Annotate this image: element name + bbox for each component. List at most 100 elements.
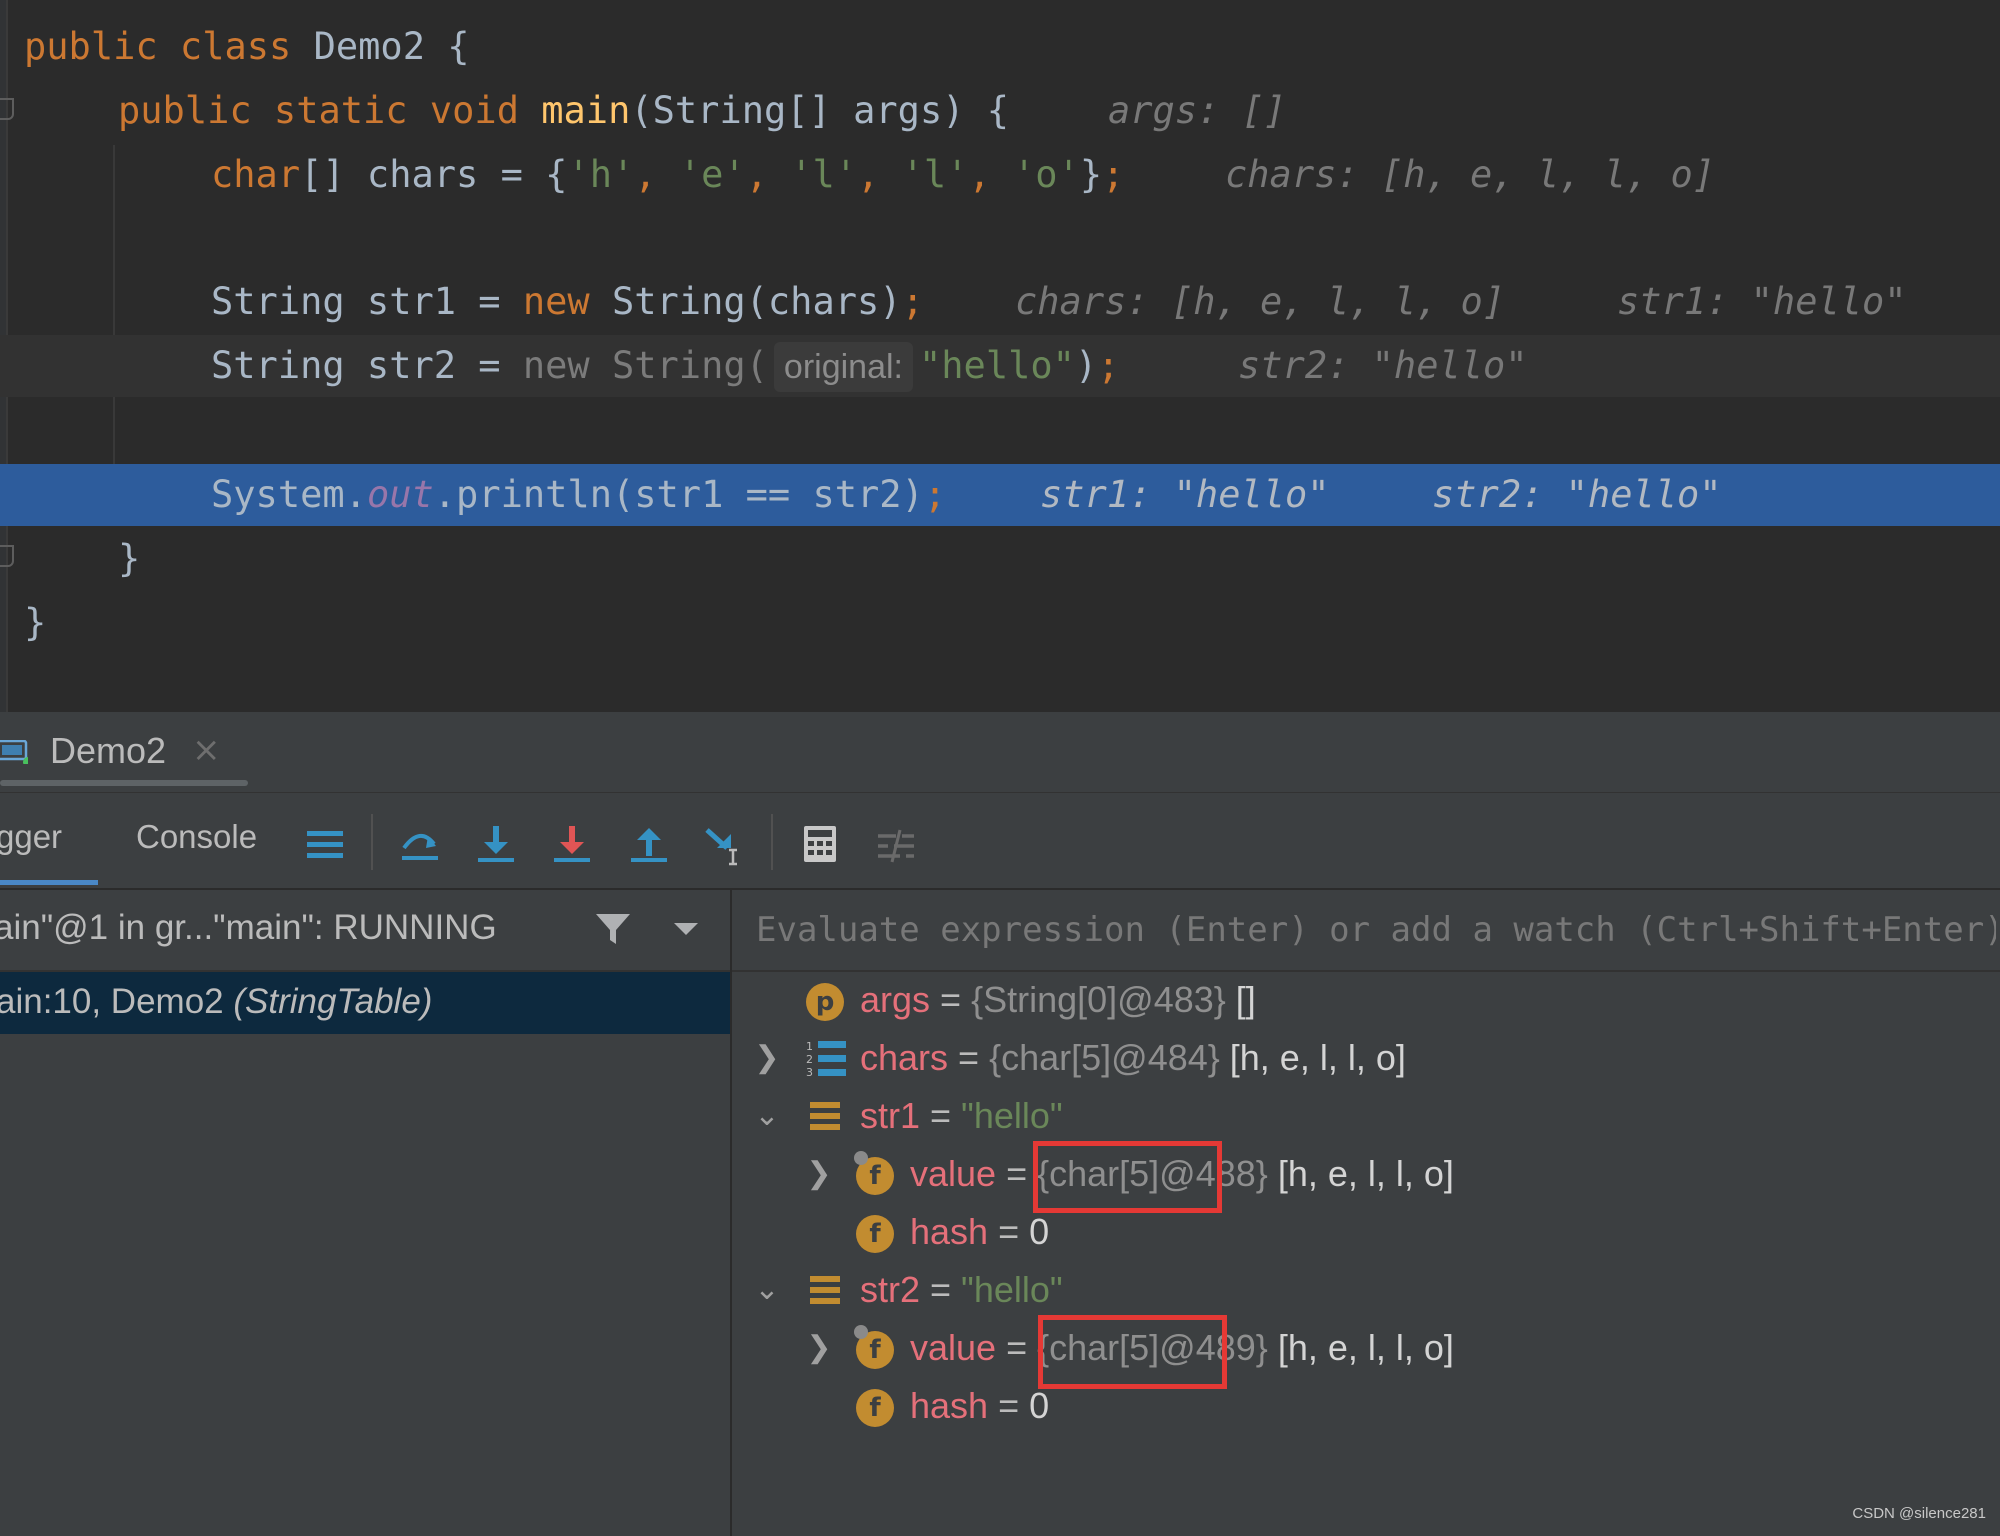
code-line-3[interactable]: char[] chars = {'h', 'e', 'l', 'l', 'o'}… [0, 144, 2000, 206]
code-editor[interactable]: public class Demo2 { public static void … [0, 0, 2000, 712]
trace-stream-icon[interactable] [874, 822, 918, 866]
equals: = [920, 1095, 962, 1136]
equals: = [996, 1327, 1038, 1368]
variable-row-str2-hash[interactable]: f hash = 0 [732, 1377, 2000, 1435]
chevron-right-icon[interactable]: ❯ [752, 1029, 782, 1087]
filter-icon[interactable] [594, 910, 632, 948]
inline-value: str1: "hello" [1040, 473, 1330, 516]
variable-name: str2 [860, 1269, 921, 1310]
inline-value: str1: "hello" [1617, 280, 1907, 323]
variable-type: {char[5]@484} [989, 1037, 1220, 1078]
layout-menu-icon[interactable] [303, 822, 347, 866]
keyword: new [522, 280, 590, 323]
char-literal: 'e' [678, 153, 746, 196]
char-literal: 'o' [1012, 153, 1080, 196]
field-badge-icon: f [856, 1215, 894, 1253]
variable-row-str1[interactable]: ⌄ str1 = "hello" [732, 1087, 2000, 1145]
brace: } [118, 537, 141, 580]
variables-pane: p args = {String[0]@483} [] ❯ 1 2 3 char… [732, 890, 2000, 1536]
tab-debugger[interactable]: gger [0, 818, 62, 856]
debugger-toolbar: gger Console [0, 794, 2000, 890]
parameter-badge-icon: p [806, 983, 844, 1021]
thread-selector[interactable]: ain"@1 in gr..."main": RUNNING [0, 890, 730, 972]
debug-panel: Demo2 × gger Console ain"@1 in gr..."mai… [0, 712, 2000, 1536]
variable-name: hash [910, 1211, 989, 1252]
variable-value: 0 [1029, 1211, 1050, 1252]
variable-type: {String[0]@483} [971, 979, 1226, 1020]
step-out-icon[interactable] [627, 822, 671, 866]
run-to-cursor-icon[interactable] [703, 822, 747, 866]
code-line-8[interactable]: } [0, 592, 2000, 654]
chevron-down-icon[interactable] [672, 920, 700, 938]
inline-value: str2: "hello" [1238, 344, 1528, 387]
evaluate-expression-input[interactable] [754, 904, 1998, 956]
step-into-icon[interactable] [474, 822, 518, 866]
separator: , [745, 153, 791, 196]
inline-value: chars: [h, e, l, l, o] [1225, 153, 1716, 196]
frame-location: ain:10, Demo2 [0, 982, 234, 1021]
code-text: System. [211, 473, 367, 516]
dimmed-code: new String( [522, 344, 768, 387]
semicolon: ; [901, 280, 924, 323]
toolbar-separator [771, 814, 773, 870]
variable-row-chars[interactable]: ❯ 1 2 3 chars = {char[5]@484} [h, e, l, … [732, 1029, 2000, 1087]
frame-label: ain:10, Demo2 (StringTable) [0, 982, 432, 1022]
evaluate-expression-icon[interactable] [798, 822, 842, 866]
char-literal: 'l' [790, 153, 858, 196]
final-marker-icon [854, 1151, 868, 1165]
variable-name: args [860, 979, 931, 1020]
code-text: ) [1074, 344, 1098, 387]
variable-row-str1-value[interactable]: ❯ f value = {char[5]@488} [h, e, l, l, o… [732, 1141, 2000, 1213]
variable-name: value [910, 1327, 997, 1368]
step-over-icon[interactable] [398, 822, 442, 866]
object-icon [810, 1102, 840, 1130]
code-text: String str2 = [211, 344, 523, 387]
equals: = [996, 1153, 1038, 1194]
stack-frame-selected[interactable]: ain:10, Demo2 (StringTable) [0, 972, 730, 1034]
chevron-down-icon[interactable]: ⌄ [752, 1261, 782, 1319]
inline-value: chars: [h, e, l, l, o] [1015, 280, 1506, 323]
separator: , [968, 153, 1013, 196]
code-line-7[interactable]: } [0, 528, 2000, 590]
params: (String[] args) { [630, 89, 1010, 132]
frame-context: (StringTable) [233, 982, 433, 1021]
inline-value: args: [] [1108, 89, 1287, 132]
code-text: [] chars = { [300, 153, 568, 196]
code-line-2[interactable]: public static void main(String[] args) {… [0, 80, 2000, 142]
chevron-right-icon[interactable]: ❯ [804, 1319, 834, 1377]
variable-name: value [910, 1153, 997, 1194]
close-icon[interactable]: × [192, 730, 221, 770]
brace: { [447, 25, 470, 68]
equals: = [948, 1037, 990, 1078]
variable-value: [h, e, l, l, o] [1267, 1153, 1454, 1194]
static-field: out [366, 473, 434, 516]
thread-label: ain"@1 in gr..."main": RUNNING [0, 908, 497, 947]
semicolon: ; [1102, 153, 1125, 196]
equals: = [920, 1269, 962, 1310]
code-line-5[interactable]: String str2 = new String(original: "hello… [0, 335, 2000, 397]
variable-value: "hello" [961, 1269, 1063, 1310]
chevron-right-icon[interactable]: ❯ [804, 1145, 834, 1203]
svg-text:2: 2 [806, 1053, 813, 1066]
watermark: CSDN @silence281 [1852, 1505, 1986, 1522]
equals: = [988, 1385, 1030, 1426]
force-step-into-icon[interactable] [550, 822, 594, 866]
variable-value: [h, e, l, l, o] [1267, 1327, 1454, 1368]
code-text: .println(str1 == str2) [433, 473, 924, 516]
final-marker-icon [854, 1325, 868, 1339]
keyword: public static void [118, 89, 519, 132]
toolbar-separator [371, 814, 373, 870]
variable-value: [] [1225, 979, 1256, 1020]
execution-line[interactable]: System.out.println(str1 == str2); str1: … [0, 464, 2000, 526]
chevron-down-icon[interactable]: ⌄ [752, 1087, 782, 1145]
variable-row-str2[interactable]: ⌄ str2 = "hello" [732, 1261, 2000, 1319]
variable-row-args[interactable]: p args = {String[0]@483} [] [732, 971, 2000, 1029]
tab-console[interactable]: Console [136, 818, 257, 856]
run-tab-demo2[interactable]: Demo2 × [0, 712, 248, 792]
variable-row-str2-value[interactable]: ❯ f value = {char[5]@489} [h, e, l, l, o… [732, 1315, 2000, 1389]
object-icon [810, 1276, 840, 1304]
variable-row-str1-hash[interactable]: f hash = 0 [732, 1203, 2000, 1261]
svg-text:1: 1 [806, 1040, 813, 1053]
code-line-4[interactable]: String str1 = new String(chars); chars: … [0, 271, 2000, 333]
code-line-1[interactable]: public class Demo2 { [0, 16, 2000, 78]
